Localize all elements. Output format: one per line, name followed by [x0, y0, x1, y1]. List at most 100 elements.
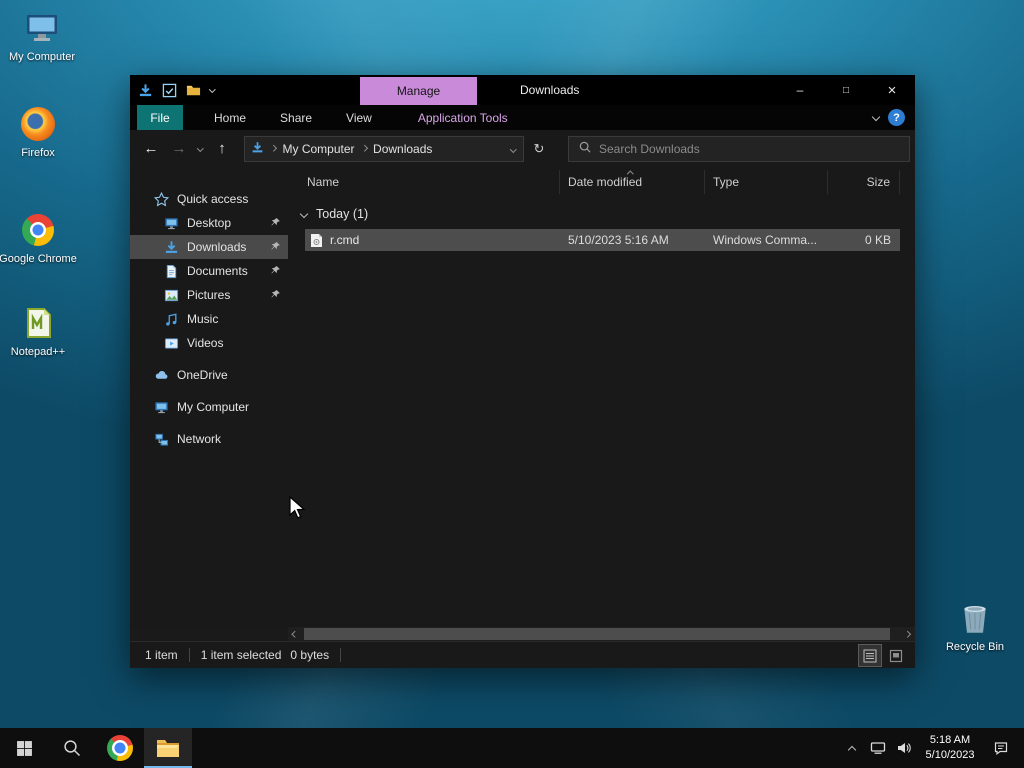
- file-name-cell: r.cmd: [305, 233, 560, 248]
- file-date-cell: 5/10/2023 5:16 AM: [568, 233, 669, 247]
- sidebar-item-music[interactable]: Music: [130, 307, 288, 331]
- pin-icon: [270, 241, 281, 252]
- horizontal-scrollbar[interactable]: [288, 627, 915, 641]
- desktop-icon-my-computer[interactable]: My Computer: [0, 10, 84, 63]
- file-list-pane: Name Date modified Type Size Today (1) r…: [288, 167, 915, 627]
- sidebar-item-my-computer[interactable]: My Computer: [130, 395, 288, 419]
- notepad-plus-plus-icon: [20, 305, 56, 341]
- chrome-icon: [20, 212, 56, 248]
- tab-home[interactable]: Home: [197, 105, 263, 130]
- search-icon: [579, 141, 591, 156]
- desktop-icon-firefox[interactable]: Firefox: [0, 106, 80, 159]
- manage-contextual-tab[interactable]: Manage: [360, 77, 477, 105]
- sidebar-item-videos[interactable]: Videos: [130, 331, 288, 355]
- close-button[interactable]: ×: [869, 75, 915, 105]
- address-bar[interactable]: My Computer Downloads: [244, 135, 524, 162]
- taskbar-search-button[interactable]: [48, 728, 96, 768]
- file-explorer-icon: [157, 740, 179, 757]
- taskbar-chrome-button[interactable]: [96, 728, 144, 768]
- search-input[interactable]: [599, 141, 899, 156]
- qat-new-folder-icon[interactable]: [186, 83, 201, 98]
- downloads-app-icon: [138, 83, 153, 98]
- maximize-button[interactable]: □: [823, 75, 869, 105]
- sidebar-item-label: Pictures: [187, 288, 231, 302]
- scrollbar-track[interactable]: [303, 627, 900, 641]
- scroll-right-arrow-icon[interactable]: [900, 627, 915, 641]
- title-bar: Manage Downloads – □ ×: [130, 75, 915, 105]
- sidebar-item-downloads[interactable]: Downloads: [130, 235, 288, 259]
- desktop-icon-label: Recycle Bin: [945, 641, 1005, 653]
- network-icon: [154, 432, 169, 447]
- network-tray-icon[interactable]: [866, 728, 890, 768]
- computer-monitor-icon: [154, 400, 169, 415]
- group-collapse-chevron-icon[interactable]: [299, 209, 309, 219]
- tab-application-tools[interactable]: Application Tools: [401, 105, 525, 130]
- tab-view[interactable]: View: [329, 105, 389, 130]
- up-button[interactable]: ↑: [208, 136, 236, 162]
- back-button[interactable]: ←: [136, 136, 166, 162]
- action-center-button[interactable]: [984, 728, 1018, 768]
- breadcrumb-my-computer[interactable]: My Computer: [283, 142, 355, 156]
- sidebar-item-documents[interactable]: Documents: [130, 259, 288, 283]
- scrollbar-thumb[interactable]: [304, 628, 890, 640]
- windows-logo-icon: [16, 740, 32, 756]
- firefox-icon: [20, 106, 56, 142]
- desktop-icon-notepad-plus-plus[interactable]: Notepad++: [0, 305, 80, 358]
- breadcrumb-chevron-icon[interactable]: [270, 145, 277, 152]
- refresh-button[interactable]: ↻: [524, 136, 554, 162]
- sidebar-item-label: Documents: [187, 264, 248, 278]
- cmd-file-icon: [311, 233, 322, 247]
- taskbar-explorer-button[interactable]: [144, 728, 192, 768]
- recent-locations-chevron-icon[interactable]: [192, 136, 208, 162]
- column-header-type[interactable]: Type: [705, 170, 828, 194]
- sidebar-item-quick-access[interactable]: Quick access: [130, 187, 288, 211]
- column-header-size[interactable]: Size: [828, 170, 900, 194]
- status-divider: [188, 648, 190, 662]
- forward-button[interactable]: →: [166, 136, 192, 162]
- recycle-bin-icon: [957, 600, 993, 636]
- column-headers: Name Date modified Type Size: [288, 170, 915, 194]
- downloads-icon: [164, 240, 179, 255]
- volume-tray-icon[interactable]: [892, 728, 916, 768]
- chrome-icon: [107, 735, 133, 761]
- sidebar-item-label: Quick access: [177, 192, 249, 206]
- desktop-monitor-icon: [164, 216, 179, 231]
- status-bar: 1 item 1 item selected 0 bytes: [130, 641, 915, 668]
- taskbar-clock[interactable]: 5:18 AM 5/10/2023: [918, 728, 982, 768]
- taskbar: 5:18 AM 5/10/2023: [0, 728, 1024, 768]
- help-icon[interactable]: ?: [888, 109, 905, 126]
- breadcrumb-chevron-icon[interactable]: [360, 145, 367, 152]
- group-header-today[interactable]: Today (1): [299, 207, 915, 221]
- search-icon: [64, 740, 81, 757]
- details-view-button[interactable]: [858, 644, 882, 667]
- breadcrumb-downloads[interactable]: Downloads: [373, 142, 432, 156]
- tab-share[interactable]: Share: [263, 105, 329, 130]
- column-header-date-modified[interactable]: Date modified: [560, 170, 705, 194]
- status-selection-size: 0 bytes: [290, 648, 330, 662]
- qat-properties-icon[interactable]: [162, 83, 177, 98]
- pin-icon: [270, 217, 281, 228]
- window-content: Quick access Desktop Downloads Documents…: [130, 167, 915, 627]
- address-dropdown-chevron-icon[interactable]: [509, 145, 516, 152]
- view-toggles: [858, 644, 907, 667]
- start-button[interactable]: [0, 728, 48, 768]
- qat-customize-chevron-icon[interactable]: [209, 85, 216, 93]
- desktop-icon-recycle-bin[interactable]: Recycle Bin: [933, 600, 1017, 653]
- sidebar-item-label: My Computer: [177, 400, 250, 414]
- search-box[interactable]: [568, 135, 910, 162]
- minimize-button[interactable]: –: [777, 75, 823, 105]
- file-row-selected[interactable]: r.cmd 5/10/2023 5:16 AM Windows Comma...…: [305, 229, 900, 251]
- ribbon-collapse-chevron-icon[interactable]: [871, 112, 881, 122]
- column-header-name[interactable]: Name: [288, 170, 560, 194]
- desktop-icon-google-chrome[interactable]: Google Chrome: [0, 212, 80, 265]
- large-icons-view-button[interactable]: [885, 645, 907, 666]
- sidebar-item-network[interactable]: Network: [130, 427, 288, 451]
- scroll-left-arrow-icon[interactable]: [288, 627, 303, 641]
- navigation-pane: Quick access Desktop Downloads Documents…: [130, 167, 288, 627]
- sidebar-item-desktop[interactable]: Desktop: [130, 211, 288, 235]
- sidebar-item-onedrive[interactable]: OneDrive: [130, 363, 288, 387]
- tab-file[interactable]: File: [137, 105, 183, 130]
- sidebar-item-pictures[interactable]: Pictures: [130, 283, 288, 307]
- tray-show-hidden-icons-button[interactable]: [840, 728, 864, 768]
- clock-date: 5/10/2023: [925, 749, 975, 761]
